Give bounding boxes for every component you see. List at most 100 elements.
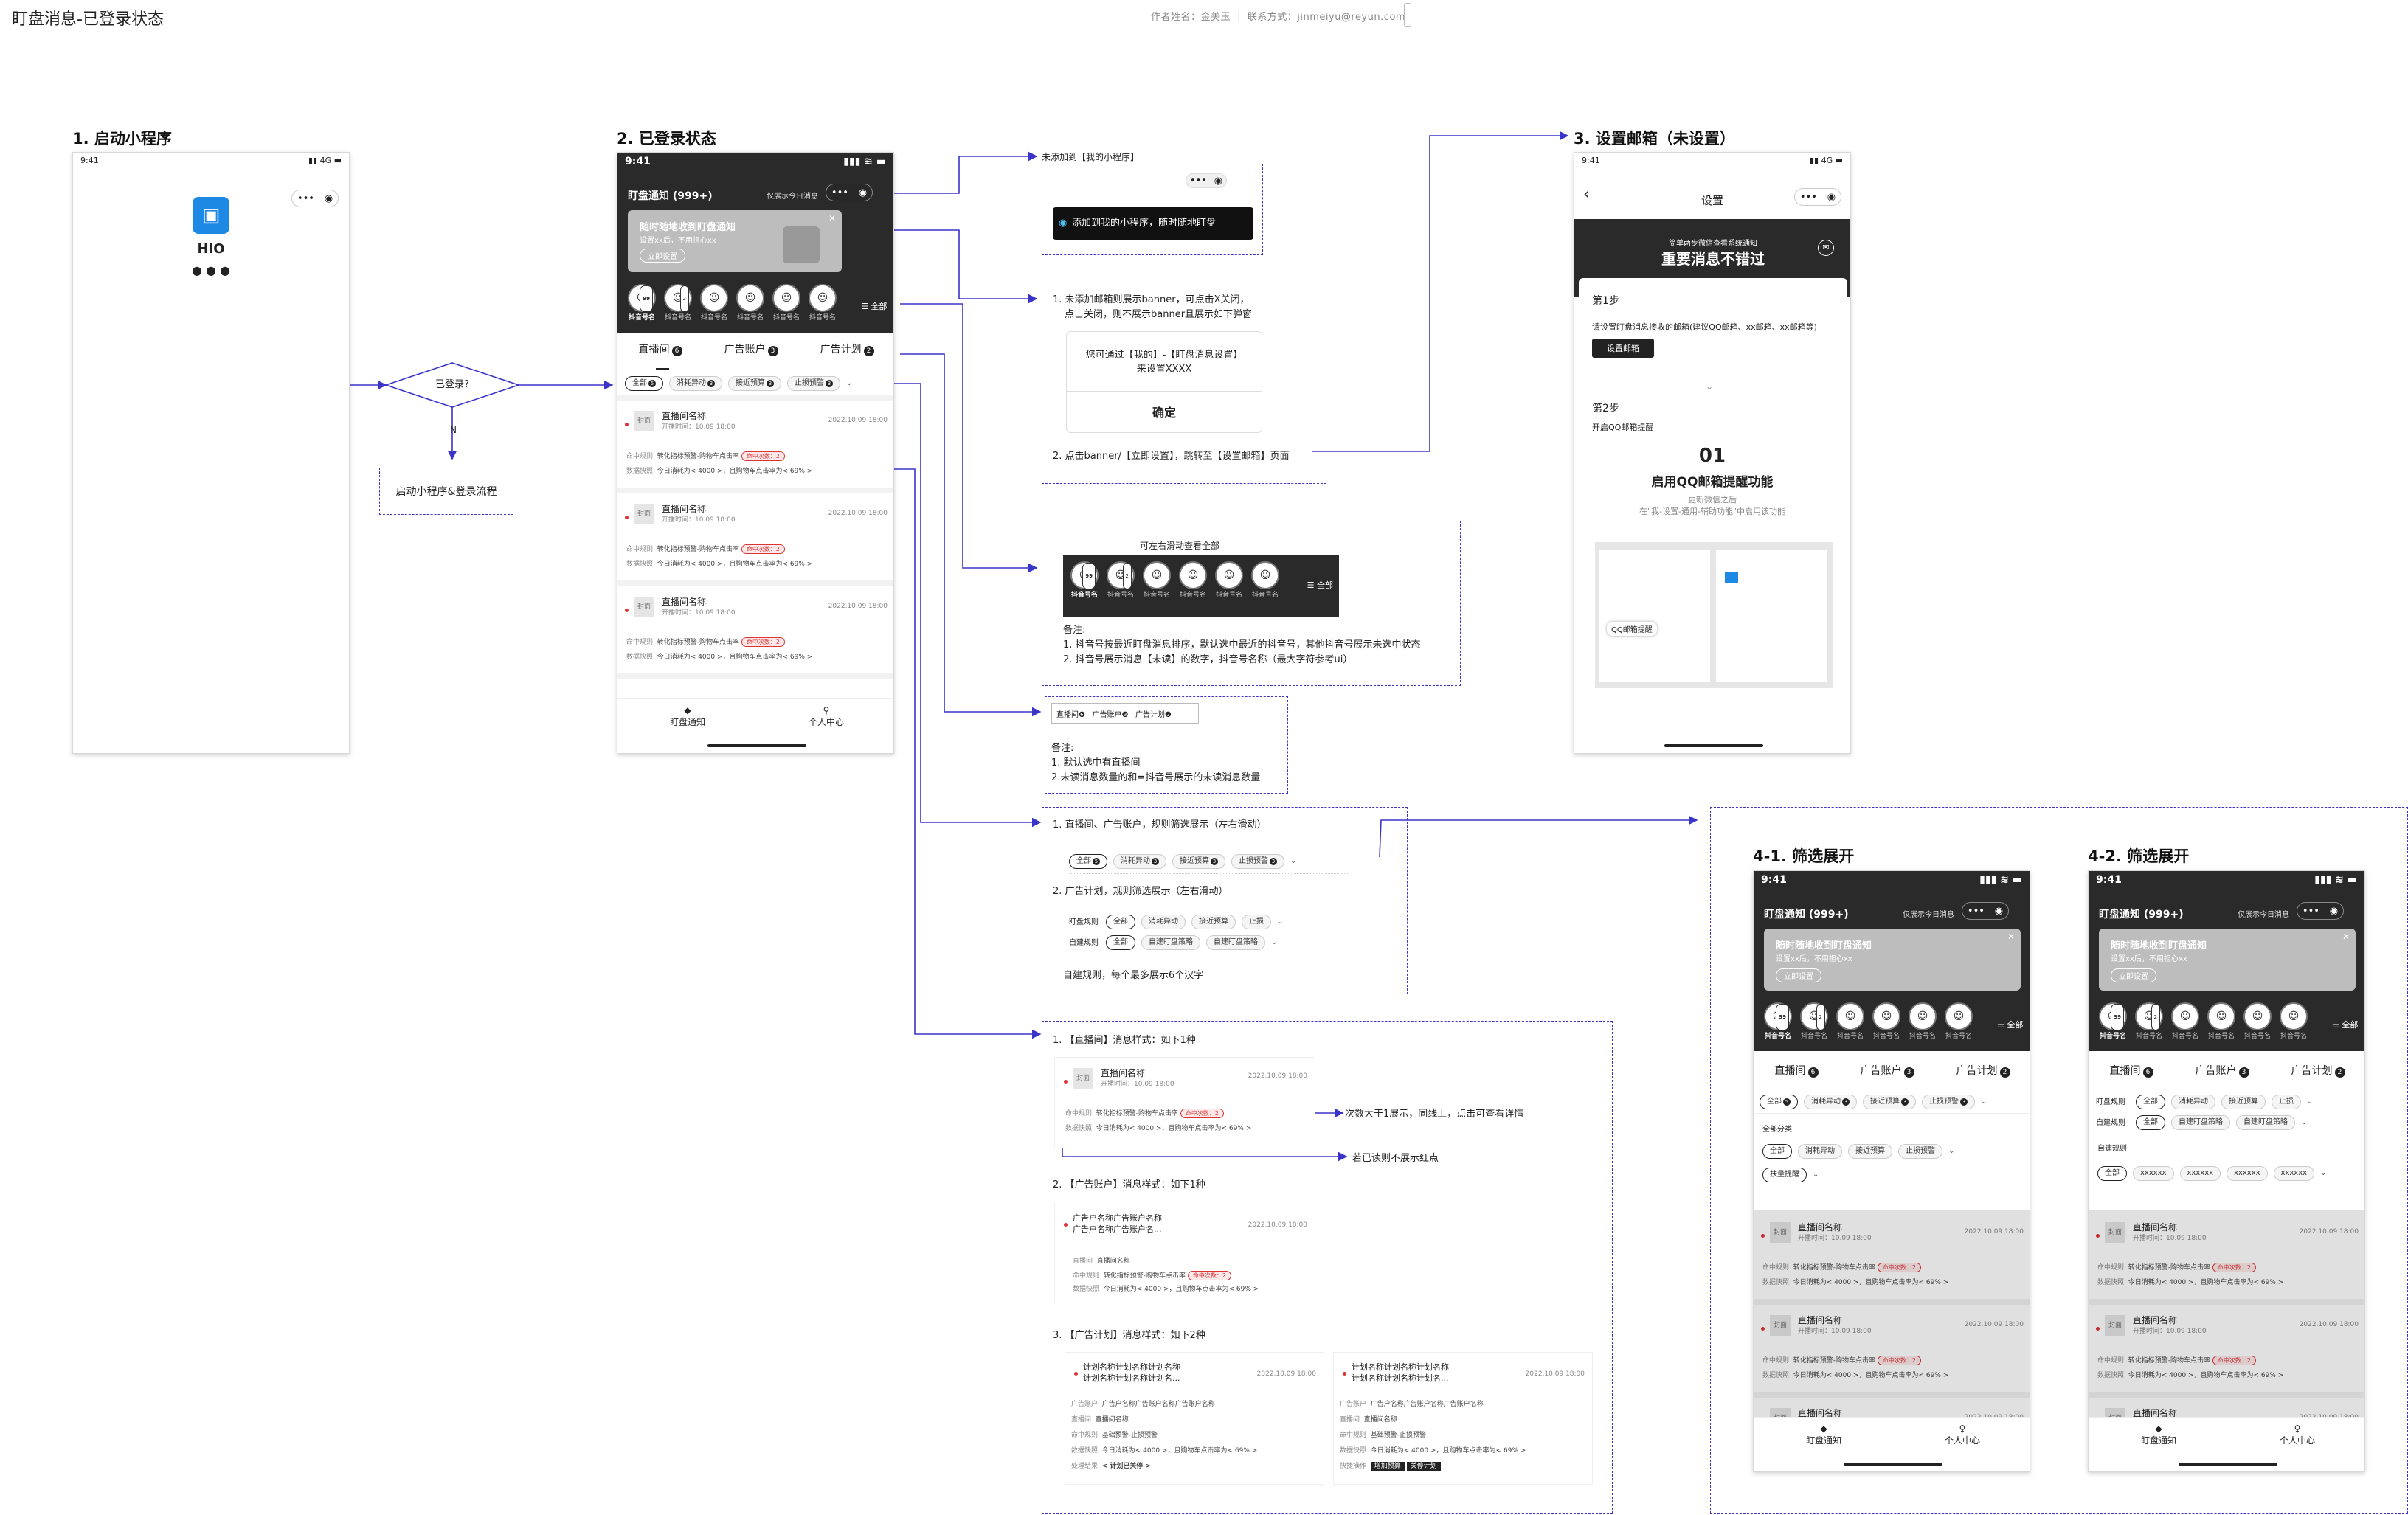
hit-count-badge[interactable]: 命中次数：2	[741, 451, 785, 461]
filter-chip[interactable]: 止损	[2272, 1095, 2301, 1109]
all-accounts-button[interactable]: ☰ 全部	[861, 300, 887, 312]
filter-chip[interactable]: 消耗异动 3	[669, 376, 722, 391]
set-email-button[interactable]: 设置邮箱	[1592, 339, 1654, 358]
banner-close-icon[interactable]: ✕	[2007, 932, 2015, 942]
account-item[interactable]: ☺ 抖音号名	[1248, 561, 1282, 599]
style-room-card[interactable]: 封面 直播间名称 开播时间：10.09 18:00 2022.10.09 18:…	[1054, 1057, 1315, 1148]
dim-overlay[interactable]	[1754, 1210, 2030, 1418]
filter-chip[interactable]: 全部	[2136, 1095, 2165, 1109]
all-accounts-button[interactable]: ☰ 全部	[2332, 1019, 2358, 1030]
filter-chip[interactable]: 全部 5	[1760, 1095, 1798, 1109]
account-item[interactable]: ☺99 抖音号名	[1761, 1002, 1795, 1040]
account-item[interactable]: ☺99 抖音号名	[625, 284, 659, 322]
filter-chip[interactable]: xxxxxx	[2179, 1166, 2221, 1181]
filter-chip[interactable]: 止损	[1242, 915, 1271, 929]
account-item[interactable]: ☺ 2 抖音号名	[1797, 1002, 1831, 1040]
tab-ad-account[interactable]: 广告账户 3	[2196, 1063, 2249, 1078]
filter-chip[interactable]: 止损预警 3	[1231, 854, 1284, 869]
more-icon[interactable]: •••	[297, 193, 314, 204]
close-circle-icon[interactable]: ◉	[1827, 192, 1836, 203]
tab-profile[interactable]: ♀ 个人中心	[800, 705, 852, 728]
dim-overlay[interactable]	[2089, 1210, 2364, 1418]
chevron-down-icon[interactable]: ⌄	[1271, 938, 1277, 946]
filter-chip[interactable]: 自建盯盘策略	[1206, 935, 1265, 950]
filter-chip[interactable]: 接近预算 3	[1863, 1095, 1916, 1109]
capsule-menu[interactable]: ••• ◉	[1794, 188, 1841, 206]
filter-chip[interactable]: 接近预算	[2221, 1095, 2266, 1109]
chevron-down-icon[interactable]: ⌄	[1290, 857, 1296, 865]
filter-chip[interactable]: 全部 5	[1069, 854, 1107, 869]
chevron-down-icon[interactable]: ⌄	[2320, 1169, 2326, 1177]
filter-chip[interactable]: 接近预算	[1848, 1144, 1892, 1159]
tab-profile[interactable]: ♀ 个人中心	[2272, 1424, 2323, 1446]
chevron-down-icon[interactable]: ⌄	[1813, 1171, 1819, 1179]
filter-chip[interactable]: 全部	[1106, 915, 1135, 929]
tab-notify[interactable]: ◆ 盯盘通知	[2133, 1424, 2184, 1446]
filter-chip[interactable]: 消耗异动 3	[1113, 854, 1166, 869]
account-item[interactable]: ☺ 抖音号名	[2204, 1002, 2238, 1040]
tab-live-room[interactable]: 直播间 6	[639, 342, 682, 356]
hit-count-badge[interactable]: 命中次数：2	[741, 637, 785, 647]
filter-chip[interactable]: 全部	[1762, 1144, 1792, 1159]
filter-chip[interactable]: 止损预警 3	[787, 376, 840, 391]
filter-chip[interactable]: 接近预算 3	[728, 376, 781, 391]
close-circle-icon[interactable]: ◉	[325, 193, 333, 204]
chevron-down-icon[interactable]: ⌄	[2307, 1098, 2313, 1106]
account-item[interactable]: ☺ 2 抖音号名	[2132, 1002, 2166, 1040]
close-circle-icon[interactable]: ◉	[2330, 906, 2338, 917]
account-item[interactable]: ☺ 抖音号名	[1176, 561, 1210, 599]
close-circle-icon[interactable]: ◉	[1995, 906, 2003, 917]
more-icon[interactable]: •••	[1968, 906, 1985, 917]
filter-chip[interactable]: 接近预算 3	[1172, 854, 1225, 869]
filter-chip[interactable]: 自建盯盘策略	[1141, 935, 1200, 950]
account-item[interactable]: ☺ 2 抖音号名	[661, 284, 695, 322]
style-plan-card-1[interactable]: 计划名称计划名称计划名称 计划名称计划名称计划名... 2022.10.09 18…	[1065, 1352, 1324, 1485]
tab-notify[interactable]: ◆ 盯盘通知	[662, 705, 713, 728]
tab-ad-plan[interactable]: 广告计划 2	[1957, 1063, 2010, 1078]
promo-banner[interactable]: 随时随地收到盯盘通知 设置xx后，不用担心xx 立即设置 ✕	[1764, 929, 2021, 991]
style-plan-card-2[interactable]: 计划名称计划名称计划名称 计划名称计划名称计划名... 2022.10.09 18…	[1333, 1352, 1593, 1485]
filter-chip[interactable]: 止损预警 3	[1922, 1095, 1975, 1109]
filter-chip[interactable]: 全部	[2136, 1115, 2165, 1130]
account-item[interactable]: ☺ 抖音号名	[1140, 561, 1174, 599]
filter-chip[interactable]: 消耗异动	[1141, 915, 1186, 929]
filter-chip[interactable]: 自建盯盘策略	[2171, 1115, 2230, 1130]
filter-chip[interactable]: 全部 5	[625, 376, 663, 391]
account-item[interactable]: ☺ 抖音号名	[2277, 1002, 2311, 1040]
more-icon[interactable]: •••	[831, 187, 848, 198]
chevron-down-icon[interactable]: ⌄	[846, 379, 852, 387]
more-icon[interactable]: •••	[1800, 192, 1817, 203]
filter-chip[interactable]: 消耗异动 3	[1804, 1095, 1857, 1109]
filter-chip[interactable]: 扶量提醒	[1762, 1168, 1807, 1182]
stop-plan-button[interactable]: 关停计划	[1406, 1462, 1441, 1471]
account-item[interactable]: ☺ 抖音号名	[769, 284, 803, 322]
add-budget-button[interactable]: 增加预算	[1370, 1462, 1405, 1471]
capsule-menu[interactable]: ••• ◉	[291, 190, 339, 207]
tab-ad-plan[interactable]: 广告计划 2	[820, 342, 874, 356]
banner-setup-button[interactable]: 立即设置	[2111, 968, 2156, 982]
dialog-confirm-button[interactable]: 确定	[1067, 391, 1262, 434]
tab-notify[interactable]: ◆ 盯盘通知	[1798, 1424, 1850, 1446]
all-accounts-button[interactable]: ☰ 全部	[1997, 1019, 2023, 1030]
account-item[interactable]: ☺ 抖音号名	[2241, 1002, 2274, 1040]
account-item[interactable]: ☺ 抖音号名	[1906, 1002, 1940, 1040]
banner-close-icon[interactable]: ✕	[2342, 932, 2350, 942]
chevron-down-icon[interactable]: ⌄	[1981, 1098, 1987, 1106]
filter-chip[interactable]: xxxxxx	[2133, 1166, 2174, 1181]
message-card[interactable]: 封面 直播间名称 开播时间：10.09 18:00 2022.10.09 18:…	[617, 586, 893, 679]
filter-chip[interactable]: 消耗异动	[1798, 1144, 1842, 1159]
filter-chip[interactable]: 全部	[1106, 935, 1135, 950]
style-account-card[interactable]: 广告户名称广告账户名称 广告户名称广告账户名... 2022.10.09 18:0…	[1054, 1202, 1315, 1303]
filter-chip[interactable]: xxxxxx	[2227, 1166, 2268, 1181]
account-item[interactable]: ☺99 抖音号名	[2096, 1002, 2130, 1040]
message-card[interactable]: 封面 直播间名称 开播时间：10.09 18:00 2022.10.09 18:…	[617, 401, 893, 493]
promo-banner[interactable]: 随时随地收到盯盘通知 设置xx后，不用担心xx 立即设置 ✕	[628, 210, 842, 272]
capsule-menu[interactable]: ••• ◉	[826, 184, 873, 201]
chevron-down-icon[interactable]: ⌄	[1948, 1147, 1954, 1155]
promo-banner[interactable]: 随时随地收到盯盘通知 设置xx后，不用担心xx 立即设置 ✕	[2099, 929, 2356, 991]
banner-close-icon[interactable]: ✕	[828, 213, 836, 223]
tab-profile[interactable]: ♀ 个人中心	[1937, 1424, 1988, 1446]
banner-setup-button[interactable]: 立即设置	[1776, 968, 1821, 982]
account-item[interactable]: ☺ 抖音号名	[1869, 1002, 1903, 1040]
tab-live-room[interactable]: 直播间 6	[2110, 1063, 2153, 1078]
